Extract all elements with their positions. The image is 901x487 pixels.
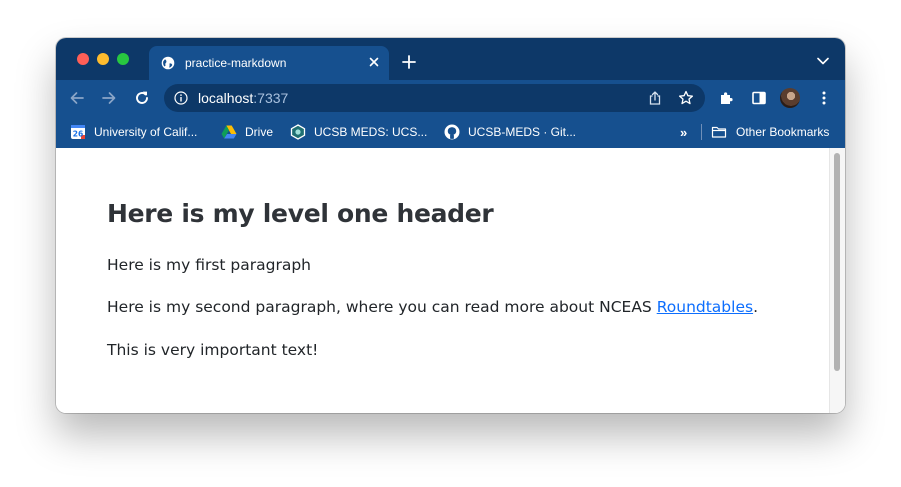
close-icon[interactable]	[367, 55, 381, 69]
paragraph-second-text: Here is my second paragraph, where you c…	[107, 298, 657, 316]
reload-icon[interactable]	[133, 89, 151, 107]
star-icon[interactable]	[678, 90, 694, 106]
url-host: localhost	[198, 90, 254, 106]
paragraph-second: Here is my second paragraph, where you c…	[107, 298, 758, 316]
folder-icon	[711, 126, 727, 138]
toolbar: localhost:7337	[56, 80, 845, 116]
share-icon[interactable]	[647, 90, 663, 106]
scrollbar-thumb[interactable]	[834, 153, 840, 371]
svg-text:26: 26	[73, 130, 83, 139]
paragraph-third: This is very important text!	[107, 341, 319, 359]
tab-title: practice-markdown	[185, 56, 287, 70]
forward-arrow-icon[interactable]	[100, 89, 118, 107]
side-panel-icon[interactable]	[751, 90, 767, 106]
browser-window: practice-markdown localhost:7337 26 Univ…	[56, 38, 845, 413]
google-drive-icon	[221, 125, 237, 139]
bookmark-drive[interactable]: Drive	[221, 124, 281, 140]
profile-avatar[interactable]	[780, 88, 800, 108]
back-arrow-icon[interactable]	[68, 89, 86, 107]
tab-strip: practice-markdown	[56, 38, 845, 80]
bookmark-label: UCSB-MEDS · Git...	[468, 125, 577, 139]
bookmark-label: University of Calif...	[94, 125, 198, 139]
scrollbar[interactable]	[829, 148, 845, 413]
bookmark-university[interactable]: 26 University of Calif...	[70, 124, 210, 140]
active-tab[interactable]: practice-markdown	[149, 46, 389, 80]
bookmark-label: Drive	[245, 125, 274, 139]
window-maximize-button[interactable]	[117, 53, 129, 65]
chevron-down-icon[interactable]	[817, 57, 829, 65]
bookmark-github[interactable]: UCSB-MEDS · Git...	[444, 124, 584, 140]
new-tab-icon[interactable]	[402, 55, 416, 69]
paragraph-second-end: .	[753, 298, 759, 316]
bookmark-label: UCSB MEDS: UCS...	[314, 125, 428, 139]
url-text: localhost:7337	[198, 90, 288, 106]
address-bar[interactable]: localhost:7337	[164, 84, 705, 112]
bookmarks-bar: 26 University of Calif... Drive UCSB MED…	[56, 116, 845, 148]
ucsb-meds-icon	[290, 124, 306, 140]
page-heading: Here is my level one header	[107, 199, 494, 228]
extensions-puzzle-icon[interactable]	[719, 90, 735, 106]
other-bookmarks[interactable]: Other Bookmarks	[711, 124, 841, 140]
page-content: Here is my level one header Here is my f…	[56, 148, 845, 413]
bookmark-ucsb-meds[interactable]: UCSB MEDS: UCS...	[290, 124, 430, 140]
menu-kebab-icon[interactable]	[816, 90, 832, 106]
github-icon	[444, 124, 460, 140]
bookmarks-overflow-chevron[interactable]: »	[680, 125, 687, 140]
globe-icon	[161, 56, 175, 70]
other-bookmarks-label: Other Bookmarks	[736, 125, 830, 139]
bookmarks-divider	[701, 124, 702, 140]
paragraph-first: Here is my first paragraph	[107, 256, 311, 274]
window-close-button[interactable]	[77, 53, 89, 65]
google-calendar-icon: 26	[71, 125, 85, 139]
url-port: :7337	[253, 90, 289, 106]
roundtables-link[interactable]: Roundtables	[657, 298, 753, 316]
info-icon[interactable]	[174, 91, 188, 105]
window-minimize-button[interactable]	[97, 53, 109, 65]
